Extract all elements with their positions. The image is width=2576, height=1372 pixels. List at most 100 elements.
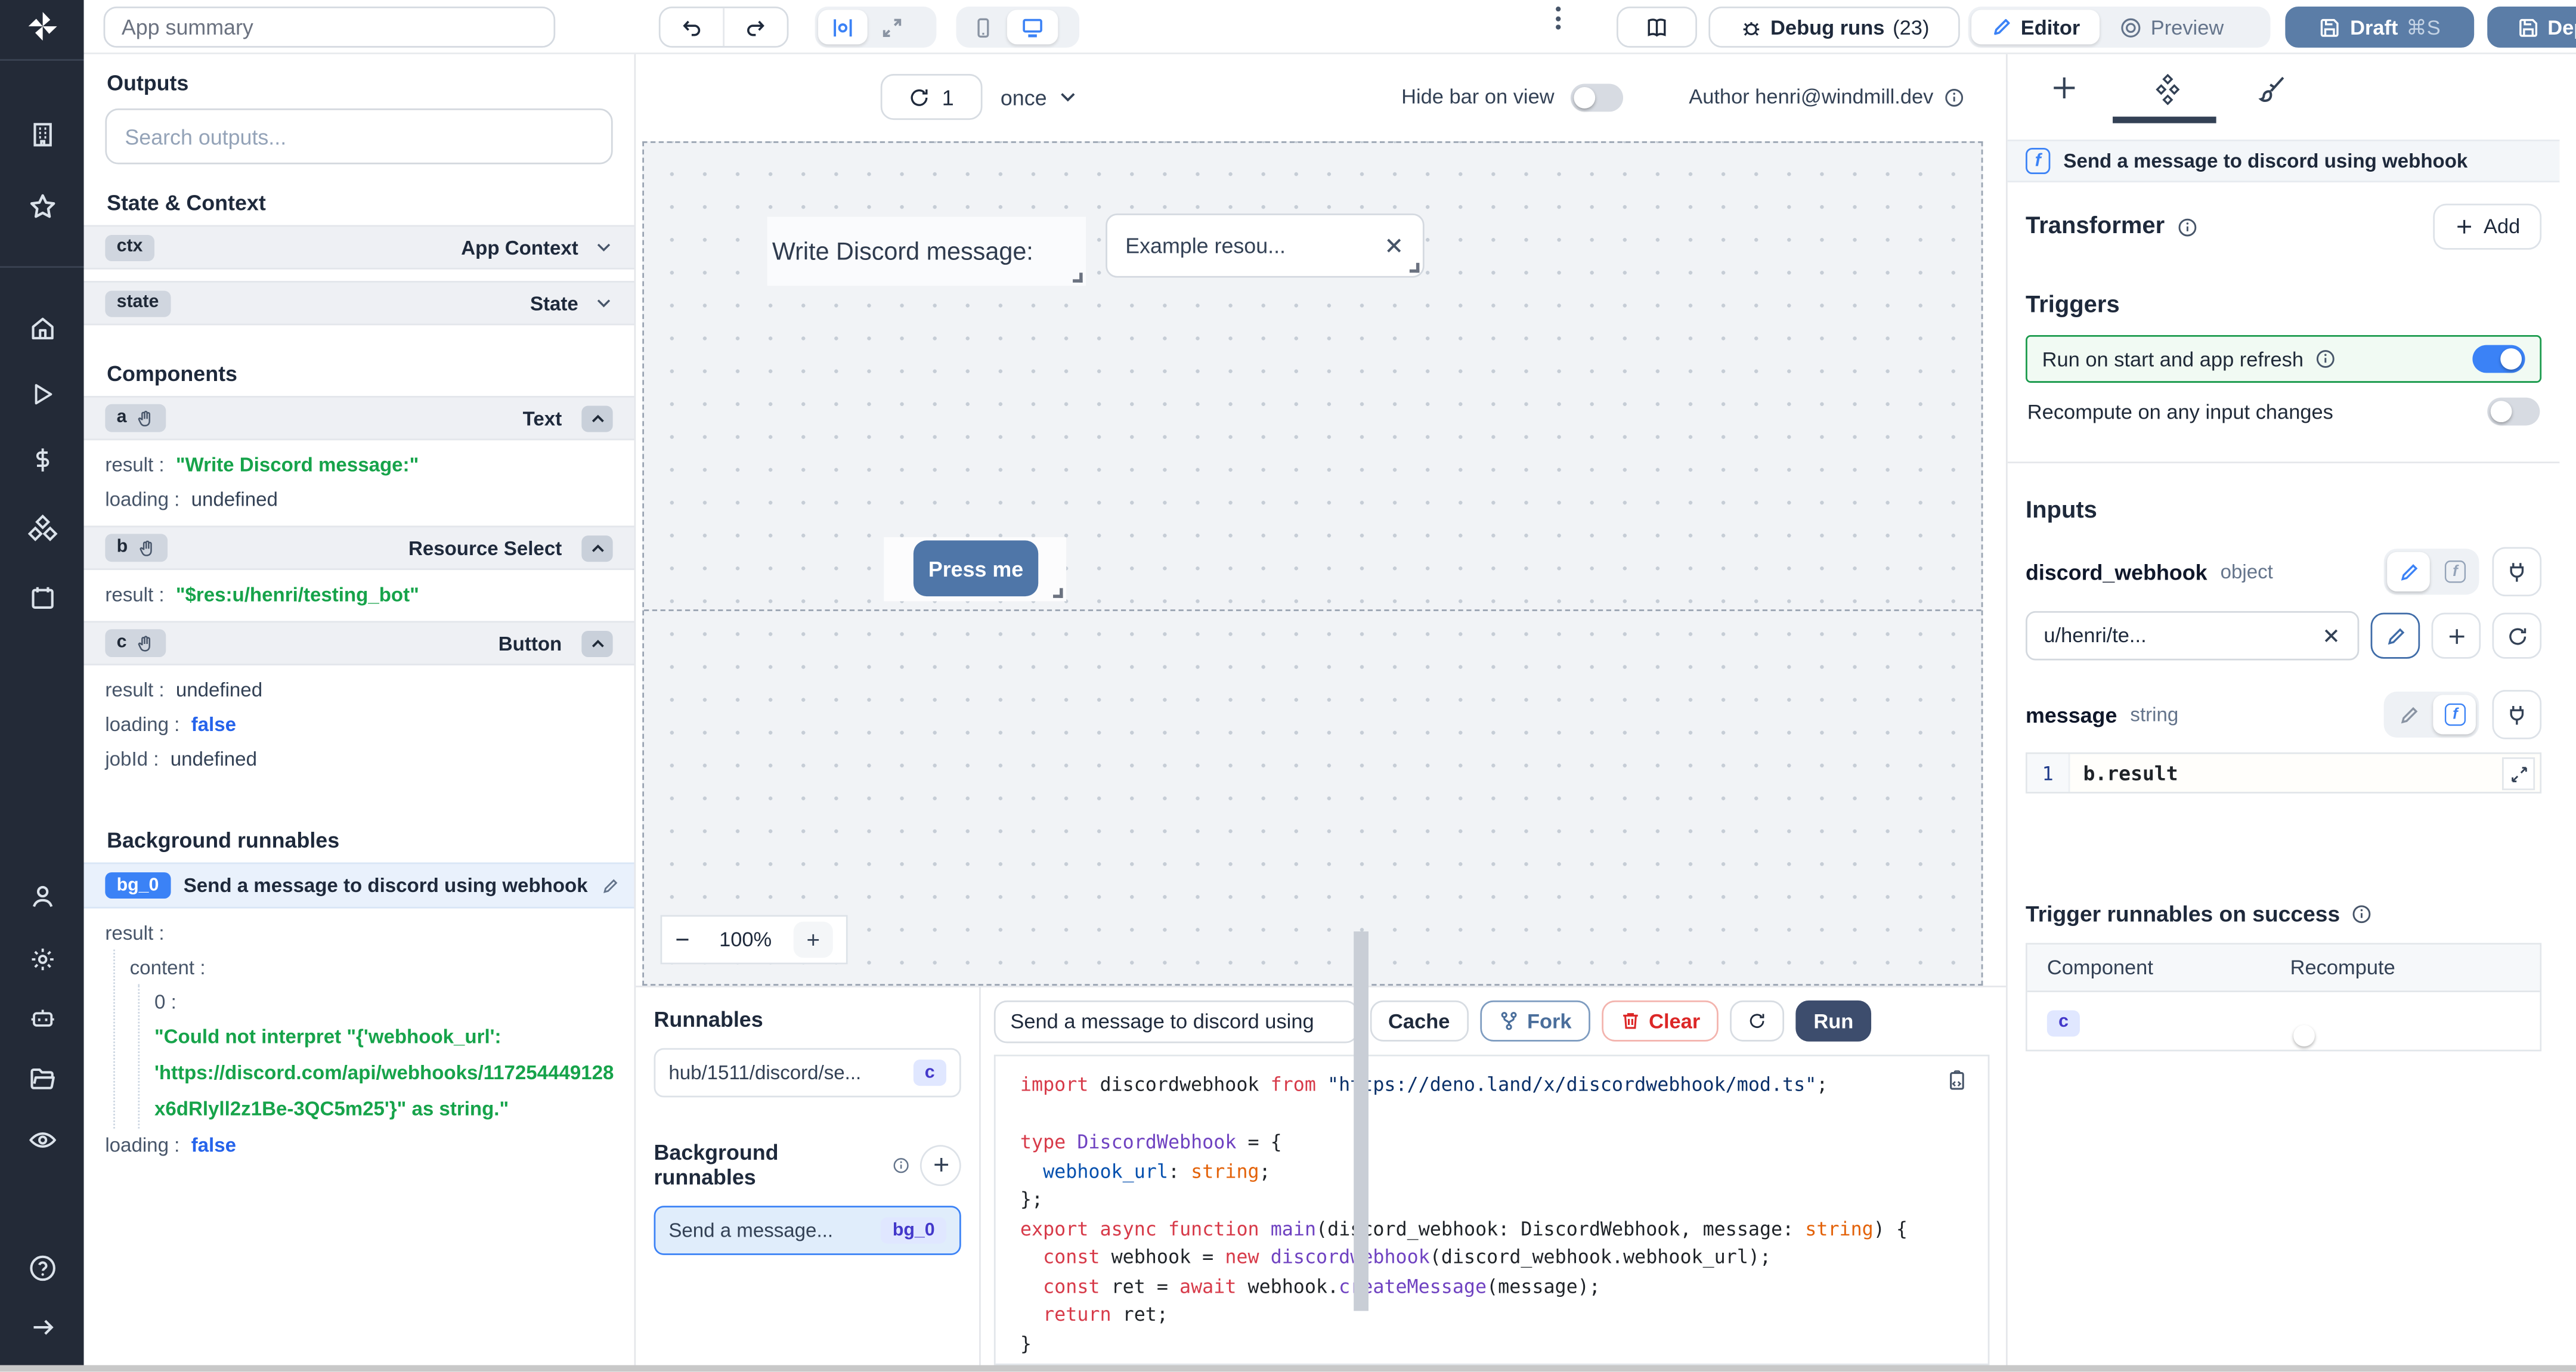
- bg-runnable-item-selected[interactable]: Send a message... bg_0: [654, 1206, 961, 1255]
- debug-runs-button[interactable]: Debug runs (23): [1708, 7, 1960, 48]
- horizontal-scrollbar[interactable]: [0, 1364, 2576, 1372]
- expand-editor-icon[interactable]: [2502, 757, 2535, 791]
- mode-dropdown[interactable]: once: [1001, 74, 1078, 120]
- chevron-up-icon[interactable]: [581, 534, 613, 561]
- component-row-a[interactable]: a Text: [83, 395, 634, 441]
- add-transformer-button[interactable]: Add: [2432, 203, 2542, 250]
- home-icon[interactable]: [28, 315, 56, 343]
- chevron-down-icon[interactable]: [595, 294, 612, 312]
- cache-button[interactable]: Cache: [1370, 1000, 1468, 1042]
- script-name-input[interactable]: Send a message to discord using: [993, 999, 1359, 1043]
- runs-play-icon[interactable]: [29, 381, 55, 407]
- tab-preview[interactable]: Preview: [2100, 10, 2243, 45]
- mobile-view-button[interactable]: [959, 10, 1007, 45]
- script-name-value: Send a message to discord using: [1010, 1009, 1314, 1033]
- fullscreen-button[interactable]: [868, 10, 917, 45]
- tab-editor[interactable]: Editor: [1971, 10, 2100, 45]
- message-expression: b.result: [2083, 761, 2178, 785]
- app-summary-input[interactable]: App summary: [103, 7, 556, 48]
- component-row-b[interactable]: b Resource Select: [83, 525, 634, 571]
- undo-button[interactable]: [661, 8, 724, 47]
- tab-settings-components-icon[interactable]: [2152, 73, 2183, 106]
- clear-button[interactable]: Clear: [1601, 1000, 1719, 1042]
- draft-button[interactable]: Draft ⌘S: [2285, 7, 2475, 48]
- help-icon[interactable]: [27, 1253, 57, 1283]
- desktop-view-button[interactable]: [1007, 10, 1058, 45]
- zoom-in-button[interactable]: +: [793, 921, 833, 958]
- bottom-panel-scrollbar[interactable]: [1354, 931, 1368, 1311]
- chevron-up-icon[interactable]: [581, 630, 613, 656]
- ctx-row[interactable]: ctx App Context: [83, 225, 634, 270]
- workspace-icon[interactable]: [28, 120, 56, 148]
- static-pencil-icon[interactable]: [2387, 552, 2430, 591]
- refresh-count: 1: [942, 84, 954, 110]
- code-editor-section: Send a message to discord using Cache Fo…: [981, 987, 2006, 1365]
- workers-robot-icon[interactable]: [28, 1005, 56, 1033]
- component-row-c[interactable]: c Button: [83, 621, 634, 665]
- component-b-type: Resource Select: [408, 536, 562, 560]
- recompute-toggle[interactable]: [2487, 397, 2540, 426]
- edit-resource-pencil-button[interactable]: [2370, 612, 2420, 659]
- app-canvas[interactable]: Write Discord message: Example resou... …: [642, 141, 1983, 986]
- folders-icon[interactable]: [28, 1066, 56, 1094]
- fork-button[interactable]: Fork: [1479, 1000, 1590, 1042]
- redo-button[interactable]: [724, 8, 787, 46]
- chevron-down-icon[interactable]: [595, 238, 612, 256]
- refresh-script-button[interactable]: [1729, 1000, 1784, 1042]
- schedules-calendar-icon[interactable]: [28, 584, 56, 612]
- info-icon: [2317, 350, 2335, 368]
- button-component[interactable]: Press me: [884, 537, 1067, 602]
- static-pencil-icon[interactable]: [2387, 695, 2430, 734]
- resources-icon[interactable]: [27, 514, 57, 544]
- edit-pencil-icon[interactable]: [601, 877, 619, 894]
- run-on-start-toggle[interactable]: [2472, 345, 2525, 373]
- code-editor[interactable]: import discordwebhook from "https://deno…: [993, 1054, 1990, 1365]
- refresh-count-button[interactable]: 1: [880, 73, 983, 120]
- windmill-logo-icon[interactable]: [24, 8, 60, 45]
- state-row[interactable]: state State: [83, 281, 634, 326]
- eval-function-icon[interactable]: [2433, 552, 2476, 591]
- eval-function-icon[interactable]: [2433, 695, 2476, 735]
- resize-handle[interactable]: [1409, 262, 1420, 273]
- resize-handle[interactable]: [1073, 272, 1083, 283]
- press-me-button[interactable]: Press me: [913, 540, 1039, 597]
- connect-plug-icon[interactable]: [2492, 690, 2542, 739]
- zoom-level: 100%: [719, 928, 772, 952]
- expand-rail-arrow-icon[interactable]: [29, 1314, 55, 1340]
- settings-gear-icon[interactable]: [28, 946, 56, 974]
- center-layout-button[interactable]: [818, 10, 868, 45]
- deploy-button[interactable]: Deploy: [2487, 7, 2576, 48]
- message-expression-editor[interactable]: 1 b.result: [2026, 752, 2542, 794]
- favorites-star-icon[interactable]: [27, 192, 57, 222]
- bg0-row[interactable]: bg_0 Send a message to discord using web…: [83, 862, 634, 909]
- refresh-resource-button[interactable]: [2492, 612, 2542, 659]
- tab-insert-plus-icon[interactable]: [2050, 74, 2078, 102]
- add-background-runnable-button[interactable]: [920, 1144, 961, 1185]
- run-button[interactable]: Run: [1795, 1000, 1872, 1042]
- hide-bar-toggle[interactable]: [1571, 83, 1624, 111]
- app-summary-value: App summary: [121, 14, 253, 40]
- search-outputs-input[interactable]: Search outputs...: [105, 108, 613, 165]
- text-component[interactable]: Write Discord message:: [767, 216, 1086, 286]
- copy-code-icon[interactable]: [1945, 1070, 1968, 1093]
- connect-plug-icon[interactable]: [2492, 547, 2542, 597]
- clear-x-icon[interactable]: [2321, 626, 2341, 646]
- chevron-up-icon[interactable]: [581, 405, 613, 432]
- resource-picker[interactable]: u/henri/te...: [2026, 611, 2360, 661]
- docs-book-button[interactable]: [1617, 7, 1698, 48]
- tab-style-paintbrush-icon[interactable]: [2258, 74, 2287, 104]
- resource-select-component[interactable]: Example resou...: [1106, 213, 1425, 278]
- variables-dollar-icon[interactable]: [29, 447, 55, 473]
- debug-runs-count: (23): [1893, 16, 1930, 39]
- tab-editor-label: Editor: [2020, 16, 2080, 39]
- user-icon[interactable]: [28, 883, 56, 911]
- audit-eye-icon[interactable]: [27, 1125, 57, 1155]
- kv-a-result: result"Write Discord message:": [105, 447, 612, 481]
- more-options-kebab-icon[interactable]: [1556, 7, 1561, 48]
- resize-handle[interactable]: [1053, 588, 1063, 598]
- clear-x-icon[interactable]: [1383, 235, 1405, 256]
- inputs-heading: Inputs: [2026, 497, 2097, 524]
- zoom-out-button[interactable]: −: [675, 925, 689, 953]
- add-resource-button[interactable]: [2431, 612, 2481, 659]
- runnable-item[interactable]: hub/1511/discord/se... c: [654, 1048, 961, 1098]
